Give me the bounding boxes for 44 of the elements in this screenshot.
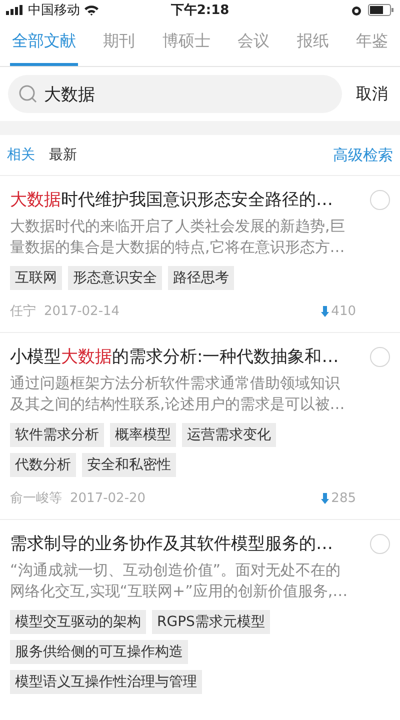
article-author: 俞一峻等: [10, 490, 62, 507]
article-date: 2017-02-14: [44, 304, 120, 318]
status-time: 下午2:18: [170, 3, 230, 18]
highlighted-keyword: 大数据: [10, 190, 61, 210]
search-field[interactable]: 大数据: [8, 75, 342, 113]
alarm-icon: [351, 4, 362, 16]
article-abstract: 通过问题框架方法分析软件需求通常借助领域知识及其之间的结构性联系,论述用户的需求是可以被…: [10, 373, 346, 415]
advanced-search-link[interactable]: 高级检索: [333, 146, 393, 164]
keyword-tag[interactable]: 形态意识安全: [68, 266, 162, 290]
article-author: 任宁: [10, 303, 36, 320]
highlighted-keyword: 大数据: [61, 347, 112, 367]
keyword-tag[interactable]: 路径思考: [168, 266, 234, 290]
keyword-tag[interactable]: 互联网: [10, 266, 62, 290]
title-text: 需求制导的业务协作及其软件模型服务的…: [10, 534, 333, 554]
battery-icon: [368, 4, 394, 16]
sort-option[interactable]: 相关: [7, 146, 35, 164]
wifi-icon: [84, 4, 99, 16]
keyword-tag[interactable]: 概率模型: [110, 423, 176, 447]
keyword-tag[interactable]: 代数分析: [10, 453, 76, 477]
carrier-name: 中国移动: [28, 2, 80, 19]
article-abstract: “沟通成就一切、互动创造价值”。面对无处不在的网络化交互,实现“互联网+”应用的创新价值服务,…: [10, 560, 349, 602]
title-text: 时代维护我国意识形态安全路径的…: [61, 190, 333, 210]
title-text: 小模型: [10, 347, 61, 367]
keyword-tag[interactable]: 运营需求变化: [182, 423, 276, 447]
article-abstract: 大数据时代的来临开启了人类社会发展的新趋势,巨量数据的集合是大数据的特点,它将在意识形态方…: [10, 216, 346, 258]
title-text: 的需求分析:一种代数抽象和…: [112, 347, 339, 367]
download-count: 285: [331, 490, 356, 506]
keyword-tag[interactable]: 模型交互驱动的架构: [10, 610, 146, 634]
keyword-tag[interactable]: RGPS需求元模型: [152, 610, 270, 634]
signal-icon: [6, 5, 24, 15]
download-icon: [321, 306, 330, 316]
keyword-tag[interactable]: 软件需求分析: [10, 423, 104, 447]
category-tab[interactable]: 全部文献: [10, 20, 78, 66]
select-circle[interactable]: [370, 347, 390, 367]
article-date: 2017-02-20: [70, 490, 146, 506]
download-icon: [321, 492, 330, 504]
cancel-button[interactable]: 取消: [352, 84, 392, 104]
keyword-tag[interactable]: 服务供给侧的可互操作构造: [10, 640, 188, 664]
keyword-tag[interactable]: 模型语义互操作性治理与管理: [10, 670, 202, 694]
download-count: 410: [331, 304, 356, 318]
sort-option[interactable]: 最新: [49, 146, 77, 164]
select-circle[interactable]: [370, 190, 390, 210]
keyword-tag[interactable]: 安全和私密性: [82, 453, 176, 477]
select-circle[interactable]: [370, 534, 390, 554]
